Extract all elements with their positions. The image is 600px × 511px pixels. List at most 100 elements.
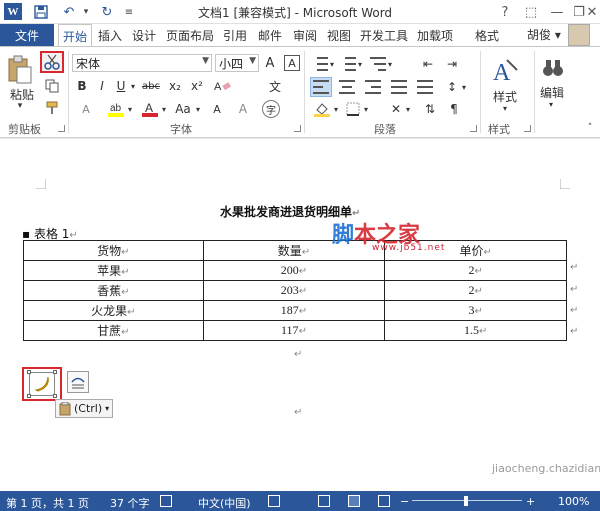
zoom-slider-thumb[interactable]	[464, 496, 468, 506]
font-name-combo[interactable]: 宋体 ▼	[72, 54, 212, 72]
user-avatar[interactable]	[568, 24, 590, 46]
numbering-icon[interactable]	[340, 57, 356, 71]
table-cell[interactable]: 187↵	[202, 300, 386, 321]
paragraph-launcher-icon[interactable]	[470, 125, 477, 132]
clear-formatting-icon[interactable]: A	[212, 77, 234, 95]
format-painter-icon[interactable]	[42, 99, 62, 117]
word-count[interactable]: 37 个字	[110, 495, 150, 511]
tab-addins[interactable]: 加载项	[414, 24, 456, 46]
highlight-dropdown-icon[interactable]: ▾	[126, 100, 134, 118]
table-cell[interactable]: 苹果↵	[23, 260, 204, 281]
multilevel-list-icon[interactable]	[370, 57, 386, 71]
redo-icon[interactable]: ↻	[98, 3, 116, 21]
shading-icon[interactable]	[312, 100, 332, 118]
close-button[interactable]: ✕	[584, 2, 600, 22]
paste-icon[interactable]	[6, 55, 34, 85]
word-app-icon[interactable]: W	[4, 3, 22, 20]
justify-button[interactable]	[388, 77, 410, 97]
tab-design[interactable]: 设计	[129, 24, 159, 46]
table-cell[interactable]: 1.5↵	[384, 320, 567, 341]
document-page[interactable]: 水果批发商进退货明细单↵ ▪ 表格 1↵ 货物↵ 数量↵ 单价↵ 苹果↵ 200…	[0, 139, 600, 491]
zoom-level[interactable]: 100%	[558, 495, 589, 508]
font-size-combo[interactable]: 小四 ▼	[215, 54, 259, 72]
copy-icon[interactable]	[42, 77, 62, 95]
resize-handle[interactable]	[27, 394, 31, 398]
enclose-characters-icon[interactable]: 字	[262, 100, 280, 118]
tab-view[interactable]: 视图	[324, 24, 354, 46]
table-cell[interactable]: 117↵	[202, 320, 386, 341]
zoom-in-button[interactable]: +	[526, 495, 535, 508]
subscript-button[interactable]: x₂	[166, 77, 184, 95]
borders-icon[interactable]	[344, 100, 362, 118]
show-marks-icon[interactable]: ¶	[444, 100, 464, 118]
superscript-button[interactable]: x²	[188, 77, 206, 95]
multilevel-dropdown-icon[interactable]: ▾	[386, 55, 394, 73]
table-cell[interactable]: 3↵	[384, 300, 567, 321]
undo-icon[interactable]: ↶	[58, 3, 80, 21]
resize-handle[interactable]	[53, 370, 57, 374]
phonetic-guide-icon[interactable]: 文	[266, 77, 284, 95]
paste-options-button[interactable]: (Ctrl) ▾	[55, 399, 114, 418]
table-cell[interactable]: 火龙果↵	[23, 300, 204, 321]
language-indicator[interactable]: 中文(中国)	[198, 495, 251, 511]
font-color-icon[interactable]: A	[140, 100, 160, 118]
text-effects-icon[interactable]: A	[78, 100, 94, 118]
decrease-indent-icon[interactable]: ⇤	[418, 55, 438, 73]
align-center-button[interactable]	[336, 77, 358, 97]
collapse-ribbon-icon[interactable]: ˄	[584, 123, 596, 133]
styles-launcher-icon[interactable]	[524, 125, 531, 132]
change-case-dropdown-icon[interactable]: ▾	[194, 100, 202, 118]
tab-mailings[interactable]: 邮件	[255, 24, 285, 46]
underline-dropdown-icon[interactable]: ▾	[129, 77, 137, 95]
pasted-banana-image[interactable]	[22, 367, 62, 401]
help-button[interactable]: ?	[492, 2, 518, 22]
tab-page-layout[interactable]: 页面布局	[164, 24, 216, 46]
strikethrough-button[interactable]: abc	[140, 77, 162, 95]
character-shading-icon[interactable]: A	[234, 100, 252, 118]
tab-insert[interactable]: 插入	[95, 24, 125, 46]
table-cell[interactable]: 200↵	[202, 260, 386, 281]
user-name[interactable]: 胡俊 ▾	[527, 26, 561, 43]
table-cell[interactable]: 203↵	[202, 280, 386, 301]
undo-dropdown-icon[interactable]: ▾	[82, 3, 90, 21]
table-cell[interactable]: 2↵	[384, 280, 567, 301]
print-layout-icon[interactable]	[348, 495, 360, 507]
layout-options-icon[interactable]	[67, 371, 89, 393]
table-cell[interactable]: 香蕉↵	[23, 280, 204, 301]
bullets-icon[interactable]	[312, 57, 328, 71]
table-header-cell[interactable]: 货物↵	[23, 240, 204, 261]
paste-dropdown-icon[interactable]: ▾	[14, 101, 26, 111]
tab-home[interactable]: 开始	[58, 24, 92, 47]
distributed-button[interactable]	[414, 77, 436, 97]
proofing-icon[interactable]	[160, 495, 172, 507]
increase-indent-icon[interactable]: ⇥	[442, 55, 462, 73]
table-cell[interactable]: 甘蔗↵	[23, 320, 204, 341]
bold-button[interactable]: B	[74, 77, 90, 95]
cut-icon[interactable]	[40, 51, 64, 73]
save-icon[interactable]	[32, 3, 50, 21]
tab-references[interactable]: 引用	[220, 24, 250, 46]
tab-review[interactable]: 审阅	[290, 24, 320, 46]
highlight-icon[interactable]: ab	[106, 100, 126, 118]
image-frame[interactable]	[27, 370, 57, 398]
align-left-button[interactable]	[310, 77, 332, 97]
styles-button[interactable]: 样式	[488, 89, 522, 104]
borders-dropdown-icon[interactable]: ▾	[362, 100, 370, 118]
web-layout-icon[interactable]	[378, 495, 390, 507]
line-spacing-dropdown-icon[interactable]: ▾	[460, 77, 468, 97]
change-case-button[interactable]: Aa	[172, 100, 194, 118]
editing-dropdown-icon[interactable]: ▾	[546, 99, 556, 109]
sort-icon[interactable]: ⇅	[420, 100, 440, 118]
character-border-icon[interactable]: A	[284, 55, 300, 71]
tab-format[interactable]: 格式	[470, 24, 504, 46]
document-area[interactable]: 水果批发商进退货明细单↵ ▪ 表格 1↵ 货物↵ 数量↵ 单价↵ 苹果↵ 200…	[0, 139, 600, 491]
line-spacing-icon[interactable]: ↕	[442, 77, 462, 97]
page-count[interactable]: 第 1 页，共 1 页	[6, 495, 89, 511]
shading-dropdown-icon[interactable]: ▾	[332, 100, 340, 118]
paste-button[interactable]: 粘贴	[6, 87, 38, 102]
grow-font-icon[interactable]: A	[262, 54, 278, 72]
bullets-dropdown-icon[interactable]: ▾	[328, 55, 336, 73]
italic-button[interactable]: I	[94, 77, 110, 95]
find-binoculars-icon[interactable]	[540, 55, 566, 81]
numbering-dropdown-icon[interactable]: ▾	[356, 55, 364, 73]
